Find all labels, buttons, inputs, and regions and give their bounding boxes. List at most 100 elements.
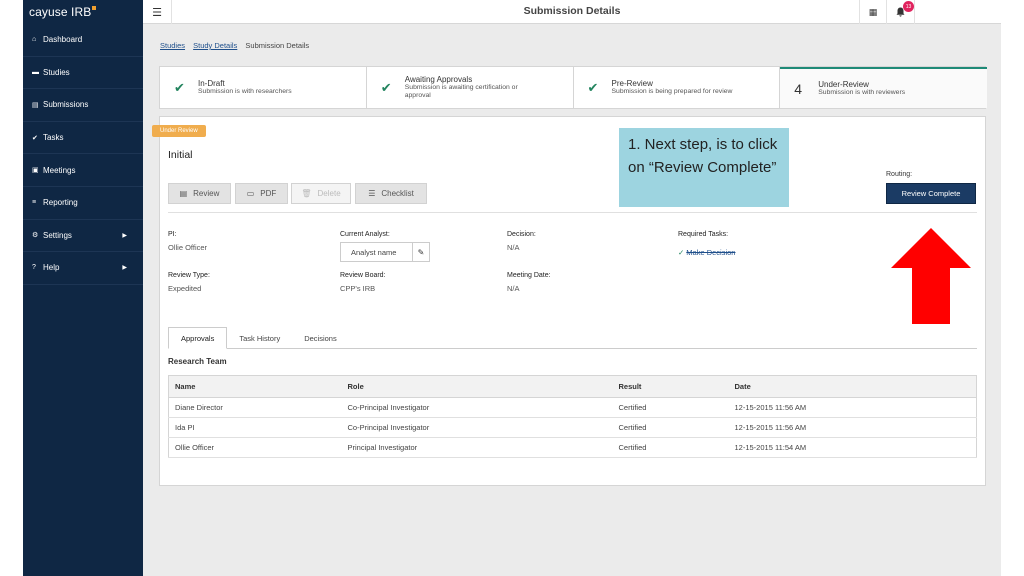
review-complete-button[interactable]: Review Complete	[886, 183, 976, 204]
sidebar-item-label: Reporting	[43, 198, 78, 208]
table-row: Diane Director Co-Principal Investigator…	[168, 397, 977, 418]
cell-role: Co-Principal Investigator	[341, 417, 613, 438]
delete-button-label: Delete	[317, 189, 341, 198]
step-awaiting-approvals: ✔ Awaiting Approvals Submission is await…	[367, 67, 574, 108]
gear-icon: ⚙	[32, 232, 39, 240]
column-header-name: Name	[168, 375, 342, 398]
sidebar-item-label: Tasks	[43, 133, 64, 143]
breadcrumb: Studies Study Details Submission Details	[160, 41, 309, 50]
document-icon: ▤	[32, 101, 39, 109]
sidebar-item-meetings[interactable]: ▣ Meetings	[23, 154, 143, 187]
brand-name: cayuse IRB	[29, 5, 92, 19]
research-team-table: Name Role Result Date Diane Director Co-…	[168, 375, 977, 458]
cell-date: 12-15-2015 11:54 AM	[728, 437, 977, 458]
step-in-draft: ✔ In-Draft Submission is with researcher…	[160, 67, 367, 108]
column-header-date: Date	[728, 375, 977, 398]
sidebar: cayuse IRB ⌂ Dashboard ▬ Studies ▤ Submi…	[23, 0, 143, 576]
pencil-icon[interactable]: ✎	[412, 243, 429, 261]
analyst-name: Analyst name	[351, 247, 397, 257]
routing-label: Routing:	[886, 171, 913, 178]
delete-button[interactable]: 🗑 Delete	[291, 183, 351, 204]
document-icon: ▤	[179, 189, 188, 198]
cell-name: Ollie Officer	[168, 437, 342, 458]
pdf-button[interactable]: ▭ PDF	[235, 183, 288, 204]
apps-grid-icon[interactable]: ▦	[859, 0, 887, 24]
checkmark-icon: ✓	[678, 248, 685, 257]
sidebar-item-label: Studies	[43, 67, 70, 77]
checklist-button[interactable]: ☰ Checklist	[355, 183, 427, 204]
red-arrow-up-icon	[891, 228, 971, 324]
sidebar-item-settings[interactable]: ⚙ Settings ▶	[23, 220, 143, 253]
sidebar-item-label: Dashboard	[43, 35, 83, 45]
cell-name: Diane Director	[168, 397, 342, 418]
decision-label: Decision:	[507, 231, 536, 238]
sidebar-item-dashboard[interactable]: ⌂ Dashboard	[23, 24, 143, 57]
instruction-callout: 1. Next step, is to click on “Review Com…	[619, 128, 789, 207]
cell-role: Principal Investigator	[341, 437, 613, 458]
review-board-value: CPP's IRB	[340, 284, 376, 293]
step-subtitle: Submission is with reviewers	[818, 89, 906, 96]
pi-label: PI:	[168, 231, 177, 238]
cell-result: Certified	[612, 417, 729, 438]
task-make-decision[interactable]: ✓ Make Decision	[678, 248, 735, 257]
column-header-role: Role	[341, 375, 613, 398]
brand-logo[interactable]: cayuse IRB	[23, 0, 143, 24]
column-header-result: Result	[612, 375, 729, 398]
folder-icon: ▬	[32, 68, 39, 76]
detail-tabs: Approvals Task History Decisions	[168, 327, 977, 349]
checkmark-icon: ✔	[174, 79, 185, 95]
cell-date: 12-15-2015 11:56 AM	[728, 397, 977, 418]
step-pre-review: ✔ Pre-Review Submission is being prepare…	[574, 67, 781, 108]
breadcrumb-link-study-details[interactable]: Study Details	[193, 41, 237, 50]
research-team-heading: Research Team	[168, 357, 227, 366]
checkmark-icon: ✔	[380, 79, 392, 95]
sidebar-item-tasks[interactable]: ✔ Tasks	[23, 122, 143, 155]
sidebar-item-label: Submissions	[43, 100, 89, 110]
step-under-review: 4 Under-Review Submission is with review…	[780, 67, 987, 108]
trash-icon: 🗑	[301, 189, 312, 198]
step-title: Under-Review	[818, 80, 869, 89]
breadcrumb-current: Submission Details	[245, 41, 310, 50]
step-title: Awaiting Approvals	[404, 75, 473, 84]
checklist-button-label: Checklist	[381, 189, 414, 198]
check-icon: ✔	[32, 134, 38, 142]
tab-task-history[interactable]: Task History	[227, 327, 292, 349]
review-button-label: Review	[193, 189, 220, 198]
current-analyst-label: Current Analyst:	[340, 231, 390, 238]
sidebar-item-studies[interactable]: ▬ Studies	[23, 57, 143, 90]
step-title: In-Draft	[198, 79, 225, 88]
table-header-row: Name Role Result Date	[168, 375, 977, 398]
step-title: Pre-Review	[611, 79, 653, 88]
chevron-right-icon: ▶	[122, 265, 127, 272]
sidebar-item-label: Meetings	[43, 165, 76, 175]
cell-role: Co-Principal Investigator	[341, 397, 613, 418]
calendar-icon: ▣	[32, 167, 39, 175]
meeting-date-value: N/A	[507, 284, 520, 293]
list-icon: ☰	[368, 189, 376, 198]
analyst-field[interactable]: Analyst name ✎	[340, 242, 430, 262]
sidebar-item-submissions[interactable]: ▤ Submissions	[23, 89, 143, 122]
cell-result: Certified	[612, 397, 729, 418]
review-type-value: Expedited	[168, 284, 202, 293]
cell-name: Ida PI	[168, 417, 342, 438]
sidebar-item-reporting[interactable]: ≡ Reporting	[23, 187, 143, 220]
status-badge: Under Review	[152, 125, 206, 137]
checkmark-icon: ✔	[587, 79, 599, 95]
status-stepper: ✔ In-Draft Submission is with researcher…	[159, 66, 987, 109]
cell-date: 12-15-2015 11:56 AM	[728, 417, 977, 438]
table-row: Ollie Officer Principal Investigator Cer…	[168, 437, 977, 458]
cell-result: Certified	[612, 437, 729, 458]
review-button[interactable]: ▤ Review	[168, 183, 231, 204]
sidebar-item-help[interactable]: ? Help ▶	[23, 252, 143, 285]
step-subtitle: Submission is with researchers	[198, 88, 292, 95]
list-icon: ≡	[32, 199, 37, 207]
sidebar-item-label: Help	[43, 263, 60, 273]
required-tasks-label: Required Tasks:	[678, 231, 729, 238]
review-board-label: Review Board:	[340, 272, 386, 279]
tab-approvals[interactable]: Approvals	[168, 327, 228, 349]
breadcrumb-link-studies[interactable]: Studies	[160, 41, 185, 50]
tab-decisions[interactable]: Decisions	[292, 327, 349, 349]
top-bar: ☰ Submission Details ▦ 13	[143, 0, 1001, 24]
sidebar-item-label: Settings	[43, 230, 72, 240]
pdf-icon: ▭	[246, 189, 255, 198]
